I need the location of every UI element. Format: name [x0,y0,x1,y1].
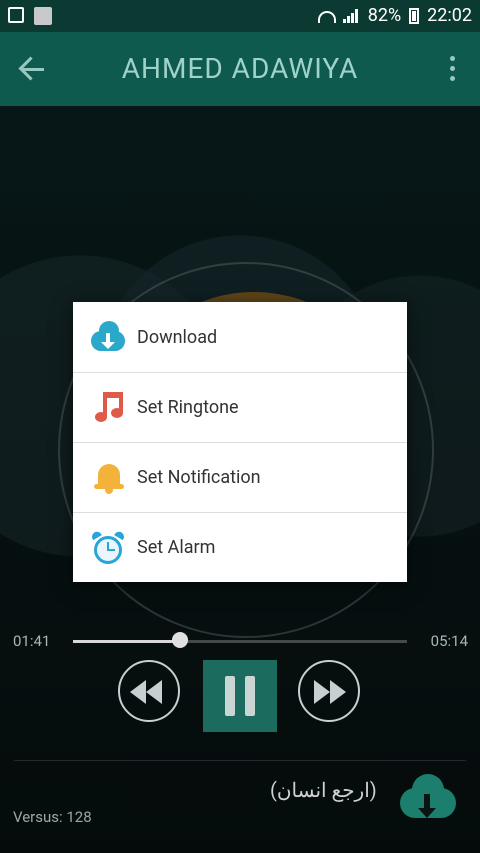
music-note-icon [91,390,127,426]
rewind-icon [130,680,146,704]
menu-item-label: Download [137,326,218,348]
cloud-download-icon [91,319,127,355]
version-label: Versus: 128 [13,808,92,826]
rewind-button[interactable] [118,660,180,722]
pause-icon [225,676,235,716]
bell-icon [91,460,127,496]
avatar-notification-icon [34,7,52,25]
seek-progress [73,640,180,643]
menu-item-label: Set Ringtone [137,397,239,418]
menu-item-set-ringtone[interactable]: Set Ringtone [73,372,407,442]
pause-icon-part [245,676,255,716]
download-cloud-button[interactable] [400,774,456,820]
alarm-clock-icon [90,529,127,566]
options-popup-menu: Download Set Ringtone Set Notification S… [73,302,407,582]
page-title: AHMED ADAWIYA [121,52,359,85]
status-bar: 82% 22:02 [0,0,480,32]
app-bar: AHMED ADAWIYA [0,32,480,106]
fast-forward-icon [314,680,330,704]
total-duration: 05:14 [430,632,468,650]
fast-forward-button[interactable] [298,660,360,722]
menu-item-label: Set Alarm [137,537,216,558]
seek-bar[interactable] [73,640,407,643]
menu-item-download[interactable]: Download [73,302,407,372]
battery-percent: 82% [367,5,402,26]
divider [14,760,466,761]
signal-icon [342,8,360,23]
menu-item-label: Set Notification [137,467,261,488]
clock: 22:02 [427,5,472,26]
more-options-icon[interactable] [448,54,458,84]
gallery-notification-icon [8,7,24,23]
wifi-icon [316,9,336,23]
rewind-icon-part [146,680,162,704]
menu-item-set-alarm[interactable]: Set Alarm [73,512,407,582]
pause-button[interactable] [203,660,277,732]
song-title: (ارجع انسان) [270,778,377,802]
elapsed-time: 01:41 [13,632,51,650]
menu-item-set-notification[interactable]: Set Notification [73,442,407,512]
fast-forward-icon-part [330,680,346,704]
battery-icon [409,7,420,24]
cloud-download-icon [418,794,436,818]
seek-thumb[interactable] [171,632,188,648]
